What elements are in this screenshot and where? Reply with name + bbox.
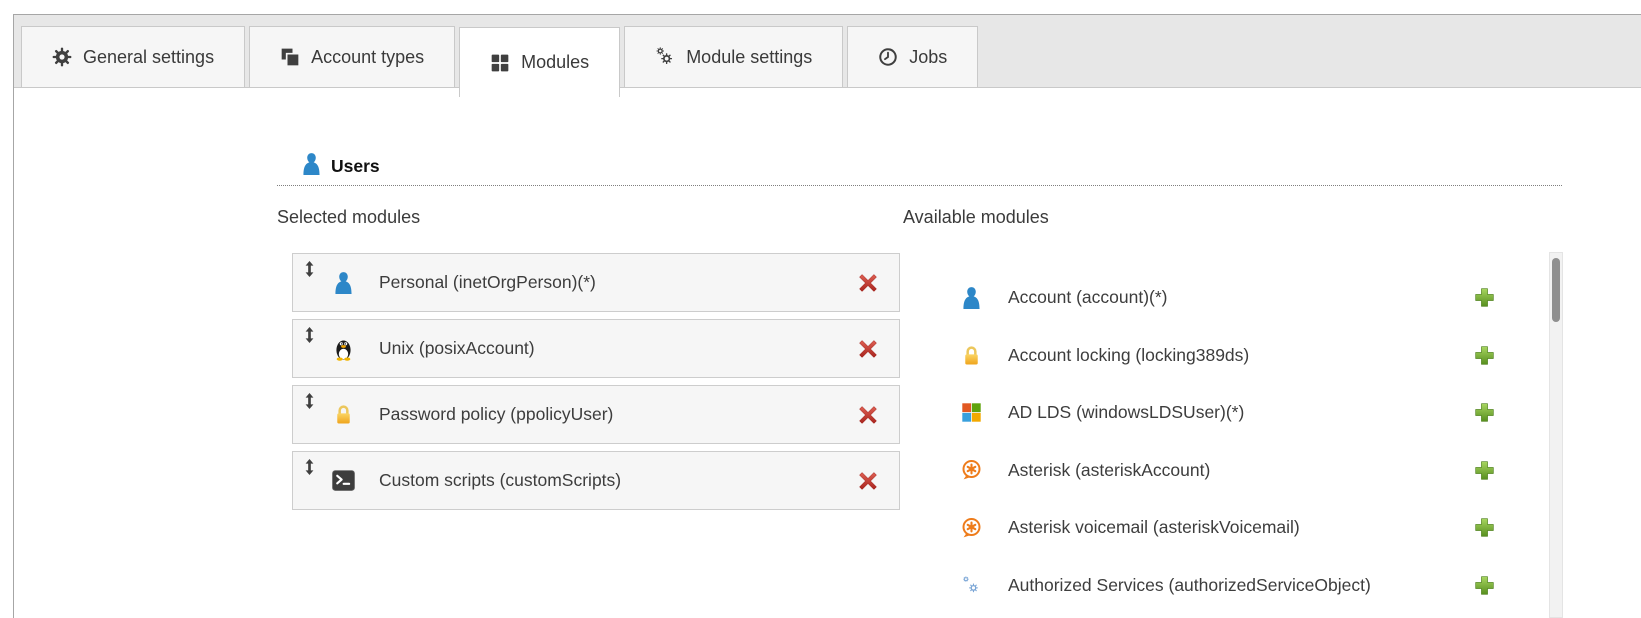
tab-module-settings[interactable]: Module settings <box>624 26 843 87</box>
remove-module-button[interactable] <box>858 273 878 293</box>
selected-module-card[interactable]: Unix (posixAccount) <box>292 319 900 378</box>
selected-modules-heading: Selected modules <box>277 207 420 228</box>
plus-icon <box>1475 289 1493 307</box>
tab-bar: General settings Account types Modules M… <box>14 15 1641 88</box>
module-label: Password policy (ppolicyUser) <box>379 404 858 425</box>
selected-module-card[interactable]: Personal (inetOrgPerson)(*) <box>292 253 900 312</box>
tab-label: Modules <box>521 52 589 73</box>
delete-x-icon <box>860 274 877 291</box>
module-label: Asterisk (asteriskAccount) <box>1008 460 1473 481</box>
available-module-row: Account (account)(*) <box>958 269 1495 327</box>
available-module-row: AD LDS (windowsLDSUser)(*) <box>958 384 1495 442</box>
module-label: AD LDS (windowsLDSUser)(*) <box>1008 402 1473 423</box>
add-module-button[interactable] <box>1473 287 1495 309</box>
selected-module-card[interactable]: Password policy (ppolicyUser) <box>292 385 900 444</box>
user-icon <box>961 285 982 311</box>
modules-icon <box>490 53 510 73</box>
available-modules-heading: Available modules <box>903 207 1049 228</box>
tab-account-types[interactable]: Account types <box>249 26 455 87</box>
module-label: Unix (posixAccount) <box>379 338 858 359</box>
terminal-icon <box>331 469 356 492</box>
plus-icon <box>1475 346 1493 364</box>
asterisk-icon <box>959 458 983 482</box>
move-handle-icon[interactable] <box>304 393 315 409</box>
selected-modules-list: Personal (inetOrgPerson)(*) Unix (posixA… <box>292 253 900 510</box>
tab-label: Module settings <box>686 47 812 68</box>
remove-module-button[interactable] <box>858 339 878 359</box>
add-module-button[interactable] <box>1473 517 1495 539</box>
module-label: Custom scripts (customScripts) <box>379 470 858 491</box>
plus-icon <box>1475 461 1493 479</box>
section-title: Users <box>331 156 380 177</box>
plus-icon <box>1475 519 1493 537</box>
users-section-header: Users <box>277 151 1562 186</box>
available-module-row: Account locking (locking389ds) <box>958 327 1495 385</box>
tab-label: Account types <box>311 47 424 68</box>
clock-icon <box>878 47 898 67</box>
move-handle-icon[interactable] <box>304 327 315 343</box>
scrollbar-thumb[interactable] <box>1552 258 1560 322</box>
tab-jobs[interactable]: Jobs <box>847 26 978 87</box>
tab-label: Jobs <box>909 47 947 68</box>
plus-icon <box>1475 404 1493 422</box>
module-label: Personal (inetOrgPerson)(*) <box>379 272 858 293</box>
add-module-button[interactable] <box>1473 574 1495 596</box>
lock-icon <box>960 343 983 368</box>
user-icon <box>301 151 322 182</box>
windows-icon <box>960 401 983 424</box>
tux-icon <box>331 336 356 362</box>
scrollbar[interactable] <box>1549 252 1563 618</box>
delete-x-icon <box>860 406 877 423</box>
tab-general-settings[interactable]: General settings <box>21 26 245 87</box>
move-handle-icon[interactable] <box>304 459 315 475</box>
gear-icon <box>52 47 72 67</box>
tab-label: General settings <box>83 47 214 68</box>
available-modules-list: Account (account)(*) Account locking (lo… <box>958 269 1495 614</box>
plus-icon <box>1475 576 1493 594</box>
available-module-row: Authorized Services (authorizedServiceOb… <box>958 557 1495 615</box>
module-label: Account (account)(*) <box>1008 287 1473 308</box>
module-label: Asterisk voicemail (asteriskVoicemail) <box>1008 517 1473 538</box>
delete-x-icon <box>860 472 877 489</box>
module-settings-icon <box>655 47 675 67</box>
remove-module-button[interactable] <box>858 405 878 425</box>
move-handle-icon[interactable] <box>304 261 315 277</box>
services-icon <box>962 576 981 595</box>
module-label: Authorized Services (authorizedServiceOb… <box>1008 575 1473 596</box>
asterisk-icon <box>959 516 983 540</box>
delete-x-icon <box>860 340 877 357</box>
available-module-row: Asterisk voicemail (asteriskVoicemail) <box>958 499 1495 557</box>
account-types-icon <box>280 47 300 67</box>
available-module-row: Asterisk (asteriskAccount) <box>958 442 1495 500</box>
user-icon <box>333 270 354 296</box>
module-label: Account locking (locking389ds) <box>1008 345 1473 366</box>
selected-module-card[interactable]: Custom scripts (customScripts) <box>292 451 900 510</box>
user-icon <box>301 151 322 177</box>
add-module-button[interactable] <box>1473 402 1495 424</box>
add-module-button[interactable] <box>1473 459 1495 481</box>
tab-modules[interactable]: Modules <box>459 27 620 97</box>
lock-icon <box>332 402 355 427</box>
remove-module-button[interactable] <box>858 471 878 491</box>
add-module-button[interactable] <box>1473 344 1495 366</box>
